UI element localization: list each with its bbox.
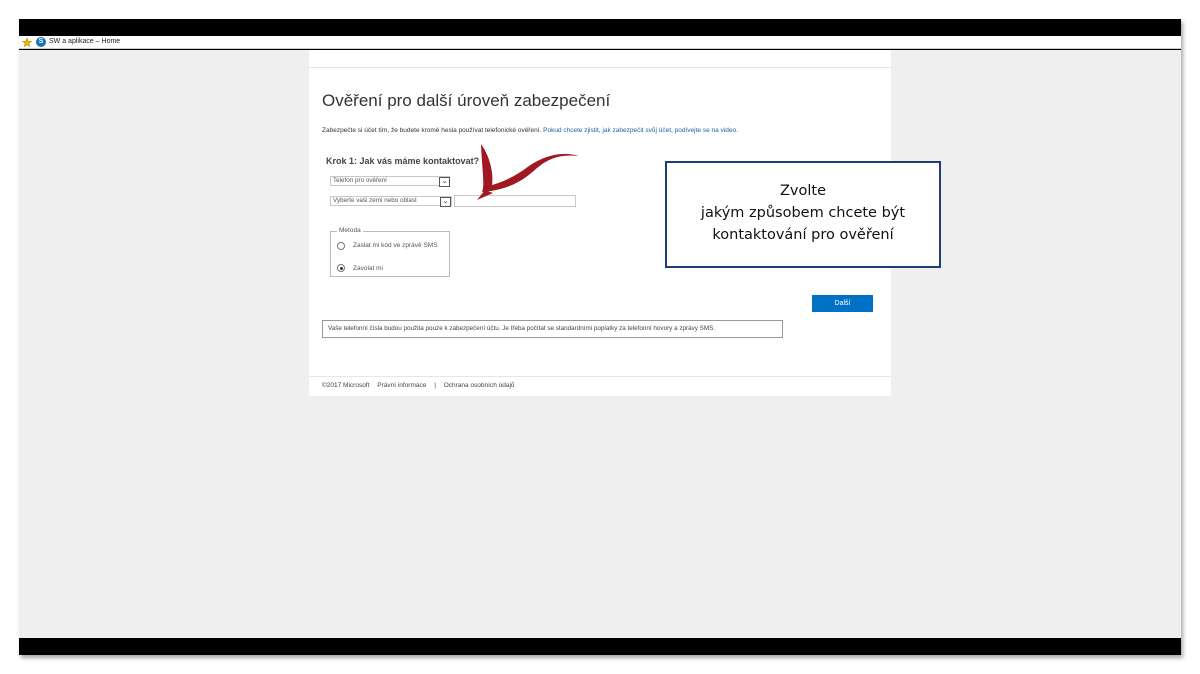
country-select[interactable]: Vyberte vaši zemi nebo oblast ⌄ (330, 196, 452, 207)
sharepoint-icon: S (36, 37, 46, 47)
footer-separator: | (434, 382, 436, 389)
radio-call[interactable] (337, 264, 345, 272)
footer-privacy-link[interactable]: Ochrana osobních údajů (444, 382, 515, 389)
tab-title[interactable]: SW a aplikace – Home (49, 37, 120, 47)
red-arrow-icon (477, 144, 579, 200)
screen: S SW a aplikace – Home Ověření pro další… (19, 19, 1181, 655)
notice-box: Vaše telefonní čísla budou použita pouze… (322, 320, 783, 338)
footer-legal-link[interactable]: Právní informace (377, 382, 426, 389)
contact-method-value: Telefon pro ověření (333, 177, 387, 184)
radio-call-label[interactable]: Zavolat mi (353, 265, 383, 272)
slide-frame: S SW a aplikace – Home Ověření pro další… (0, 0, 1200, 674)
instruction-callout: Zvolte jakým způsobem chcete být kontakt… (665, 161, 941, 268)
callout-line-2: jakým způsobem chcete být (700, 205, 906, 221)
page-title: Ověření pro další úroveň zabezpečení (322, 91, 611, 110)
method-legend: Metoda (337, 227, 363, 234)
radio-sms-label[interactable]: Zaslat mi kód ve zprávě SMS (353, 242, 438, 249)
browser-tab-bar: S SW a aplikace – Home (19, 36, 1181, 49)
next-button[interactable]: Další (812, 295, 873, 312)
callout-line-3: kontaktování pro ověření (712, 227, 894, 243)
footer: ©2017 Microsoft Právní informace | Ochra… (322, 382, 521, 389)
contact-method-select[interactable]: Telefon pro ověření ⌄ (330, 176, 450, 187)
method-fieldset: Metoda Zaslat mi kód ve zprávě SMS Zavol… (330, 227, 450, 277)
radio-sms[interactable] (337, 242, 345, 250)
country-value: Vyberte vaši zemi nebo oblast (333, 197, 417, 204)
callout-line-1: Zvolte (779, 183, 827, 199)
footer-divider (309, 376, 891, 377)
header-divider (309, 67, 891, 68)
star-icon[interactable] (22, 38, 32, 47)
footer-copyright: ©2017 Microsoft (322, 382, 370, 389)
browser-viewport: Ověření pro další úroveň zabezpečení Zab… (19, 50, 1181, 638)
